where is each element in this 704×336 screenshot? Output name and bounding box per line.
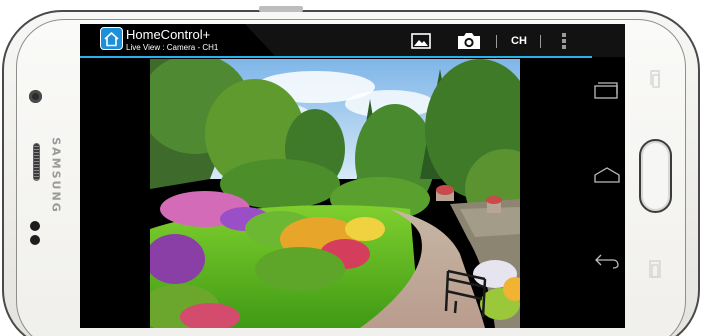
back-icon[interactable] — [593, 252, 621, 270]
app-title: HomeControl+ — [126, 27, 211, 42]
proximity-sensor — [30, 221, 40, 231]
toolbar-divider — [540, 35, 541, 48]
app-header: HomeControl+ Live View : Camera - CH1 CH — [80, 24, 625, 57]
hardware-back-key[interactable] — [648, 258, 662, 280]
earpiece-speaker — [33, 143, 40, 181]
light-sensor — [30, 235, 40, 245]
camera-live-view[interactable] — [150, 59, 520, 328]
recent-apps-icon[interactable] — [593, 80, 619, 100]
hardware-home-button[interactable] — [639, 139, 672, 213]
screen: HomeControl+ Live View : Camera - CH1 CH — [80, 24, 625, 328]
front-camera — [29, 90, 42, 103]
garden-scene — [150, 59, 520, 328]
header-accent-line — [80, 56, 592, 58]
home-icon[interactable] — [100, 27, 123, 50]
hardware-recent-key[interactable] — [648, 67, 662, 91]
channel-button[interactable]: CH — [506, 29, 532, 52]
overflow-menu-icon[interactable] — [558, 29, 570, 52]
power-button — [259, 6, 303, 12]
image-gallery-icon[interactable] — [408, 29, 434, 52]
toolbar-divider — [496, 35, 497, 48]
camera-icon[interactable] — [455, 29, 483, 52]
home-outline-icon[interactable] — [593, 166, 621, 184]
brand-logo: SAMSUNG — [49, 136, 63, 214]
live-view-subtitle: Live View : Camera - CH1 — [126, 43, 219, 52]
